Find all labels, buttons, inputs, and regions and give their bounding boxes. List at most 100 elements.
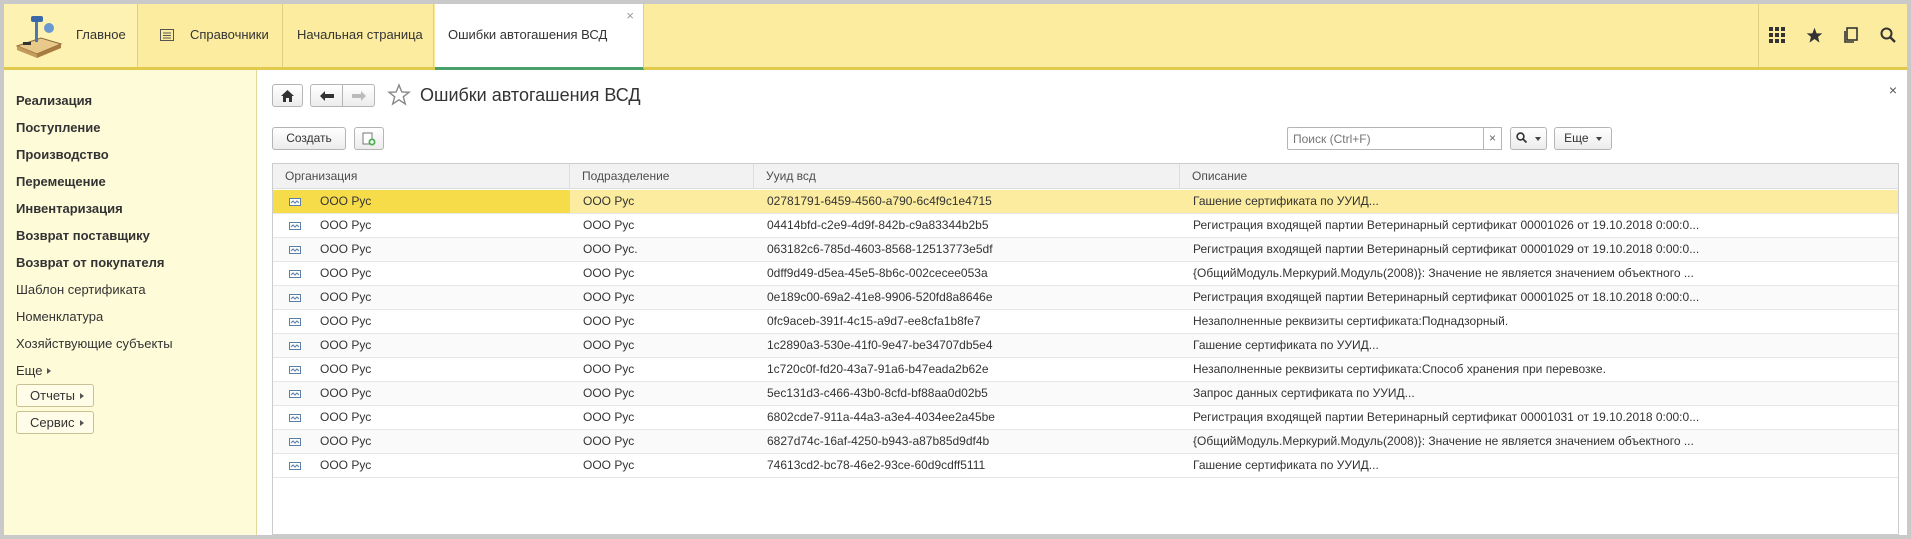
cell-organization-text: ООО Рус [320,386,372,400]
apps-grid-button[interactable] [1759,4,1796,67]
arrow-left-icon [319,91,334,101]
search-icon [1516,132,1528,144]
record-icon [289,390,301,398]
sidebar-item-transfer[interactable]: Перемещение [16,174,106,189]
cell-organization: ООО Рус [273,214,570,237]
close-tab-icon[interactable]: × [626,8,634,23]
table-header: Организация Подразделение Ууид всд Описа… [273,164,1898,189]
more-actions-button[interactable]: Еще [1554,127,1612,150]
record-icon [289,318,301,326]
favorites-button[interactable] [1796,4,1833,67]
create-button[interactable]: Создать [272,127,346,150]
cell-description: Регистрация входящей партии Ветеринарный… [1193,410,1700,424]
sidebar-item-business-entities[interactable]: Хозяйствующие субъекты [16,336,173,351]
caret-right-icon [47,368,52,374]
search-options-button[interactable] [1510,127,1547,150]
main-section-button[interactable]: Главное [4,4,138,67]
tab-autocancel-errors[interactable]: Ошибки автогашения ВСД × [435,4,644,70]
history-icon [1844,27,1858,43]
sidebar-item-nomenclature[interactable]: Номенклатура [16,309,103,324]
chevron-down-icon [1595,137,1602,141]
cell-organization-text: ООО Рус [320,458,372,472]
service-label: Сервис [30,415,75,430]
cell-organization: ООО Рус [273,454,570,477]
section-directories[interactable]: Справочники [139,4,283,67]
sidebar-item-return-from-customer[interactable]: Возврат от покупателя [16,255,164,270]
sidebar-item-inventory[interactable]: Инвентаризация [16,201,123,216]
table-row[interactable]: ООО Рус ООО Рус 0dff9d49-d5ea-45e5-8b6c-00… [273,262,1898,286]
column-header-description[interactable]: Описание [1180,164,1898,189]
cell-department: ООО Рус [583,266,635,280]
cell-organization-text: ООО Рус [320,242,372,256]
column-header-department[interactable]: Подразделение [570,164,754,189]
home-button[interactable] [272,84,303,107]
forward-button[interactable] [342,84,375,107]
copy-button[interactable] [354,127,384,150]
sidebar-item-return-to-supplier[interactable]: Возврат поставщику [16,228,150,243]
cell-uuid: 1c2890a3-530e-41f0-9e47-be34707db5e4 [767,338,993,352]
cell-uuid: 02781791-6459-4560-a790-6c4f9c1e4715 [767,194,992,208]
tab-autocancel-errors-label: Ошибки автогашения ВСД [448,27,608,42]
table-row[interactable]: ООО Рус ООО Рус 0e189c00-69a2-41e8-9906-52… [273,286,1898,310]
toolbar-icons [1758,4,1907,67]
cell-uuid: 74613cd2-bc78-46e2-93ce-60d9cdff5111 [767,458,986,472]
sidebar-item-production[interactable]: Производство [16,147,109,162]
section-directories-label: Справочники [190,27,269,42]
record-icon [289,270,301,278]
service-button[interactable]: Сервис [16,411,94,434]
reports-label: Отчеты [30,388,75,403]
column-header-organization[interactable]: Организация [273,164,570,189]
table-row[interactable]: ООО Рус ООО Рус. 063182c6-785d-4603-8568-1… [273,238,1898,262]
cell-department: ООО Рус [583,362,635,376]
tab-home-page[interactable]: Начальная страница [284,4,434,67]
cell-organization-text: ООО Рус [320,362,372,376]
global-search-button[interactable] [1870,4,1907,67]
cell-organization-text: ООО Рус [320,218,372,232]
sidebar-more-label: Еще [16,363,43,378]
table-row[interactable]: ООО Рус ООО Рус 04414bfd-c2e9-4d9f-842b-c9… [273,214,1898,238]
search-input[interactable] [1287,127,1501,150]
cell-department: ООО Рус [583,194,635,208]
cell-description: Запрос данных сертификата по УУИД... [1193,386,1415,400]
sidebar-item-sales[interactable]: Реализация [16,93,92,108]
table-row[interactable]: ООО Рус ООО Рус 02781791-6459-4560-a790-6c… [273,190,1898,214]
arrow-right-icon [351,91,366,101]
back-button[interactable] [310,84,343,107]
table-row[interactable]: ООО Рус ООО Рус 5ec131d3-c466-43b0-8cfd-bf… [273,382,1898,406]
cell-department: ООО Рус [583,410,635,424]
sidebar-more[interactable]: Еще [16,363,52,378]
table-row[interactable]: ООО Рус ООО Рус 6827d74c-16af-4250-b943-a8… [273,430,1898,454]
cell-uuid: 5ec131d3-c466-43b0-8cfd-bf88aa0d02b5 [767,386,988,400]
cell-uuid: 063182c6-785d-4603-8568-12513773e5df [767,242,993,256]
1c-desk-logo-icon [15,16,63,58]
table-row[interactable]: ООО Рус ООО Рус 74613cd2-bc78-46e2-93ce-60… [273,454,1898,478]
sidebar-item-certificate-template[interactable]: Шаблон сертификата [16,282,146,297]
record-icon [289,198,301,206]
search-clear-button[interactable]: × [1483,127,1502,150]
caret-right-icon [79,420,84,426]
reports-button[interactable]: Отчеты [16,384,94,407]
favorite-star-icon[interactable] [387,83,411,107]
history-button[interactable] [1833,4,1870,67]
record-icon [289,246,301,254]
tab-home-page-label: Начальная страница [297,27,423,42]
close-form-icon[interactable]: × [1889,82,1897,98]
table-row[interactable]: ООО Рус ООО Рус 0fc9aceb-391f-4c15-a9d7-ee… [273,310,1898,334]
top-bar: Главное Справочники Начальная страница О… [4,4,1907,70]
caret-right-icon [79,393,84,399]
record-icon [289,342,301,350]
cell-uuid: 6802cde7-911a-44a3-a3e4-4034ee2a45be [767,410,995,424]
home-icon [281,90,294,102]
cell-organization: ООО Рус [273,382,570,405]
sidebar-item-receipts[interactable]: Поступление [16,120,101,135]
table-row[interactable]: ООО Рус ООО Рус 6802cde7-911a-44a3-a3e4-40… [273,406,1898,430]
table-row[interactable]: ООО Рус ООО Рус 1c2890a3-530e-41f0-9e47-be… [273,334,1898,358]
cell-organization: ООО Рус [273,190,570,213]
cell-description: Незаполненные реквизиты сертификата:Спос… [1193,362,1606,376]
cell-organization-text: ООО Рус [320,410,372,424]
table-row[interactable]: ООО Рус ООО Рус 1c720c0f-fd20-43a7-91a6-b4… [273,358,1898,382]
cell-organization: ООО Рус [273,286,570,309]
cell-uuid: 0e189c00-69a2-41e8-9906-520fd8a8646e [767,290,993,304]
column-header-uuid[interactable]: Ууид всд [754,164,1180,189]
star-icon [1806,27,1823,43]
